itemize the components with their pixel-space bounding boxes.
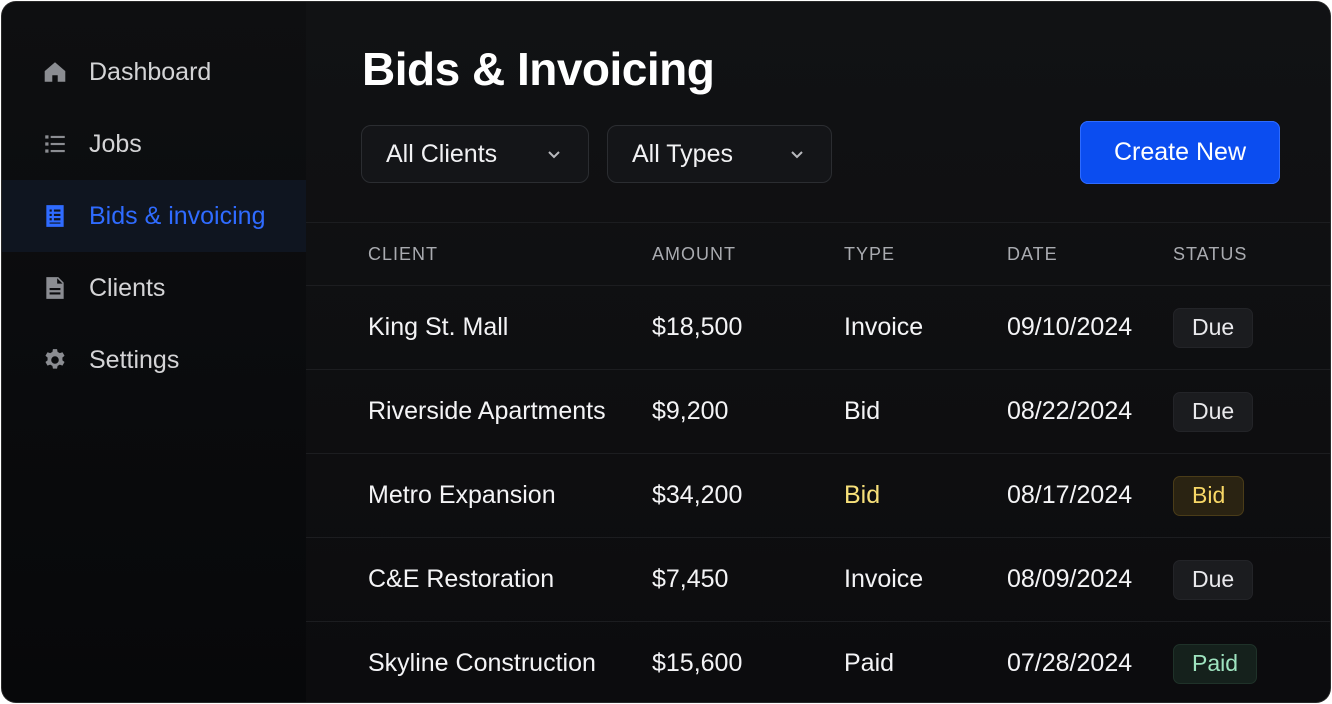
cell-client: Riverside Apartments: [368, 397, 606, 425]
app-window: Dashboard Jobs Bids & invoicing Clients …: [2, 2, 1330, 702]
table-row[interactable]: Riverside Apartments $9,200 Bid 08/22/20…: [306, 370, 1330, 454]
sidebar-item-label: Clients: [89, 273, 166, 302]
table-header: CLIENT AMOUNT TYPE DATE STATUS: [306, 223, 1330, 286]
cell-date: 08/17/2024: [1007, 481, 1133, 509]
document-icon: [42, 203, 68, 229]
column-header-amount[interactable]: AMOUNT: [652, 244, 736, 265]
status-badge: Bid: [1173, 475, 1245, 516]
cell-client: King St. Mall: [368, 313, 509, 341]
table-row[interactable]: Skyline Construction $15,600 Paid 07/28/…: [306, 622, 1330, 702]
cell-type: Bid: [844, 481, 881, 509]
cell-amount: $18,500: [652, 313, 743, 341]
bids-table: CLIENT AMOUNT TYPE DATE STATUS King St. …: [306, 222, 1330, 702]
client-filter-dropdown[interactable]: All Clients: [361, 125, 589, 183]
table-row[interactable]: Metro Expansion $34,200 Bid 08/17/2024 B…: [306, 454, 1330, 538]
status-badge: Due: [1173, 307, 1254, 348]
status-badge: Due: [1173, 559, 1254, 600]
cell-client: Metro Expansion: [368, 481, 556, 509]
type-filter-dropdown[interactable]: All Types: [607, 125, 832, 183]
sidebar-item-label: Jobs: [89, 129, 142, 158]
sidebar-item-label: Dashboard: [89, 57, 212, 86]
cell-amount: $15,600: [652, 649, 743, 677]
cell-amount: $9,200: [652, 397, 729, 425]
column-header-status[interactable]: STATUS: [1173, 244, 1247, 265]
main-content: Bids & Invoicing All Clients All Types C…: [306, 2, 1330, 702]
cell-date: 09/10/2024: [1007, 313, 1133, 341]
status-badge: Due: [1173, 391, 1254, 432]
sidebar-item-clients[interactable]: Clients: [2, 252, 306, 324]
list-icon: [42, 131, 68, 157]
chevron-down-icon: [789, 140, 805, 169]
sidebar: Dashboard Jobs Bids & invoicing Clients …: [2, 2, 306, 702]
gear-icon: [42, 347, 68, 373]
sidebar-item-label: Bids & invoicing: [89, 201, 266, 230]
table-row[interactable]: King St. Mall $18,500 Invoice 09/10/2024…: [306, 286, 1330, 370]
cell-type: Paid: [844, 649, 895, 677]
sidebar-item-settings[interactable]: Settings: [2, 324, 306, 396]
cell-client: C&E Restoration: [368, 565, 555, 593]
client-filter-value: All Clients: [386, 139, 498, 168]
home-icon: [42, 59, 68, 85]
cell-type: Bid: [844, 397, 881, 425]
type-filter-value: All Types: [632, 139, 733, 168]
create-new-button[interactable]: Create New: [1080, 121, 1280, 184]
cell-date: 07/28/2024: [1007, 649, 1133, 677]
page-title: Bids & Invoicing: [362, 43, 715, 95]
chevron-down-icon: [546, 140, 562, 169]
column-header-date[interactable]: DATE: [1007, 244, 1058, 265]
table-row[interactable]: C&E Restoration $7,450 Invoice 08/09/202…: [306, 538, 1330, 622]
column-header-type[interactable]: TYPE: [844, 244, 895, 265]
cell-amount: $34,200: [652, 481, 743, 509]
cell-date: 08/09/2024: [1007, 565, 1133, 593]
sidebar-item-bids-invoicing[interactable]: Bids & invoicing: [2, 180, 306, 252]
filter-bar: All Clients All Types: [361, 125, 832, 183]
sidebar-item-dashboard[interactable]: Dashboard: [2, 36, 306, 108]
file-icon: [42, 275, 68, 301]
cell-type: Invoice: [844, 565, 924, 593]
cell-client: Skyline Construction: [368, 649, 596, 677]
cell-date: 08/22/2024: [1007, 397, 1133, 425]
status-badge: Paid: [1173, 643, 1258, 684]
cell-amount: $7,450: [652, 565, 729, 593]
cell-type: Invoice: [844, 313, 924, 341]
sidebar-item-jobs[interactable]: Jobs: [2, 108, 306, 180]
column-header-client[interactable]: CLIENT: [368, 244, 438, 265]
sidebar-item-label: Settings: [89, 345, 180, 374]
